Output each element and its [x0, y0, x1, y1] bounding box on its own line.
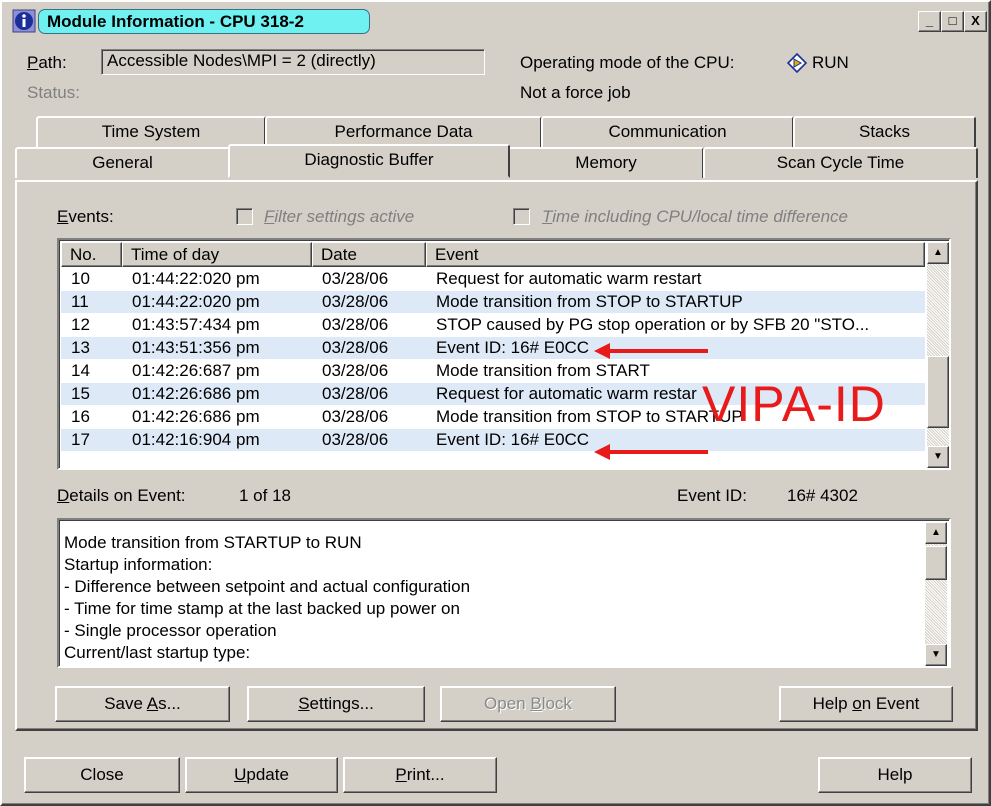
- red-arrow-icon: [594, 444, 708, 460]
- maximize-button[interactable]: □: [941, 11, 964, 32]
- row-no: 11: [71, 292, 89, 311]
- help-on-event-button[interactable]: Help on Event: [779, 686, 953, 722]
- red-arrow-icon: [594, 343, 708, 359]
- force-job-text: Not a force job: [520, 83, 631, 102]
- row-no: 10: [71, 269, 90, 288]
- event-id-label: Event ID:: [677, 486, 747, 505]
- row-time: 01:44:22:020 pm: [132, 269, 260, 288]
- row-time: 01:43:57:434 pm: [132, 315, 260, 334]
- help-button[interactable]: Help: [818, 757, 972, 793]
- row-time: 01:43:51:356 pm: [132, 338, 260, 357]
- close-window-button[interactable]: X: [964, 11, 987, 32]
- row-date: 03/28/06: [322, 384, 389, 403]
- details-line: - Single processor operation: [64, 621, 277, 640]
- row-date: 03/28/06: [322, 338, 389, 357]
- scroll-thumb[interactable]: [925, 546, 947, 580]
- details-count: 1 of 18: [239, 486, 291, 505]
- operating-mode-label: Operating mode of the CPU:: [520, 53, 735, 72]
- window-title: Module Information - CPU 318-2: [38, 9, 370, 34]
- title-bar[interactable]: Module Information - CPU 318-2 _ □ X: [6, 6, 987, 36]
- row-no: 15: [71, 384, 90, 403]
- scroll-up-button[interactable]: ▲: [927, 242, 949, 264]
- row-date: 03/28/06: [322, 269, 389, 288]
- scroll-down-button[interactable]: ▼: [927, 446, 949, 468]
- tab-memory[interactable]: Memory: [508, 147, 704, 178]
- open-block-button[interactable]: Open Block: [440, 686, 616, 722]
- row-time: 01:42:26:687 pm: [132, 361, 260, 380]
- update-button[interactable]: Update: [185, 757, 338, 793]
- status-label: Status:: [27, 83, 80, 102]
- save-as-button[interactable]: Save As...: [55, 686, 230, 722]
- row-event: Mode transition from STOP to STARTUP: [436, 292, 743, 311]
- tab-stacks[interactable]: Stacks: [793, 116, 976, 147]
- column-header-event[interactable]: Event: [426, 242, 925, 267]
- events-label: Events:: [57, 207, 114, 226]
- minimize-button[interactable]: _: [918, 11, 941, 32]
- path-field: Accessible Nodes\MPI = 2 (directly): [101, 49, 485, 75]
- run-mode-icon: [787, 53, 807, 73]
- events-scrollbar[interactable]: ▲ ▼: [927, 242, 949, 468]
- tab-communication[interactable]: Communication: [541, 116, 794, 147]
- details-textbox[interactable]: Mode transition from STARTUP to RUN Star…: [57, 518, 951, 668]
- details-line: - Time for time stamp at the last backed…: [64, 599, 460, 618]
- row-no: 17: [71, 430, 90, 449]
- tab-general[interactable]: General: [15, 147, 230, 178]
- scroll-up-button[interactable]: ▲: [925, 522, 947, 544]
- table-row[interactable]: 12 01:43:57:434 pm 03/28/06 STOP caused …: [61, 314, 925, 336]
- row-time: 01:44:22:020 pm: [132, 292, 260, 311]
- details-line: Current/last startup type:: [64, 643, 251, 662]
- events-list[interactable]: No. Time of day Date Event 10 01:44:22:0…: [57, 238, 951, 470]
- table-row[interactable]: 13 01:43:51:356 pm 03/28/06 Event ID: 16…: [61, 337, 925, 359]
- row-time: 01:42:26:686 pm: [132, 384, 260, 403]
- scroll-thumb[interactable]: [927, 356, 949, 428]
- row-no: 14: [71, 361, 90, 380]
- row-time: 01:42:26:686 pm: [132, 407, 260, 426]
- time-including-checkbox[interactable]: [513, 208, 530, 225]
- row-time: 01:42:16:904 pm: [132, 430, 260, 449]
- column-header-no[interactable]: No.: [61, 242, 122, 267]
- details-line: - Difference between setpoint and actual…: [64, 577, 471, 596]
- row-no: 12: [71, 315, 90, 334]
- column-header-date[interactable]: Date: [312, 242, 426, 267]
- tab-diagnostic-buffer[interactable]: Diagnostic Buffer: [228, 144, 510, 178]
- row-event: Request for automatic warm restart: [436, 269, 702, 288]
- row-no: 16: [71, 407, 90, 426]
- row-date: 03/28/06: [322, 361, 389, 380]
- table-row[interactable]: 10 01:44:22:020 pm 03/28/06 Request for …: [61, 268, 925, 290]
- row-date: 03/28/06: [322, 315, 389, 334]
- row-date: 03/28/06: [322, 430, 389, 449]
- filter-settings-label: Filter settings active: [264, 207, 415, 226]
- details-line: Mode transition from STARTUP to RUN: [64, 533, 362, 552]
- row-event: STOP caused by PG stop operation or by S…: [436, 315, 870, 334]
- close-button[interactable]: Close: [24, 757, 180, 793]
- settings-button[interactable]: Settings...: [247, 686, 425, 722]
- table-row[interactable]: 11 01:44:22:020 pm 03/28/06 Mode transit…: [61, 291, 925, 313]
- event-id-value: 16# 4302: [787, 486, 858, 505]
- module-information-window: Module Information - CPU 318-2 _ □ X Pat…: [0, 0, 991, 806]
- details-line: Startup information:: [64, 555, 213, 574]
- tab-performance-data[interactable]: Performance Data: [265, 116, 542, 147]
- path-label: Path:: [27, 53, 67, 72]
- time-including-label: Time including CPU/local time difference: [542, 207, 848, 226]
- print-button[interactable]: Print...: [343, 757, 497, 793]
- operating-mode-value: RUN: [812, 53, 849, 72]
- tab-time-system[interactable]: Time System: [36, 116, 266, 147]
- info-icon: [12, 9, 36, 33]
- row-date: 03/28/06: [322, 407, 389, 426]
- row-no: 13: [71, 338, 90, 357]
- vipa-id-annotation: VIPA-ID: [702, 376, 886, 432]
- filter-settings-checkbox[interactable]: [236, 208, 253, 225]
- column-header-time[interactable]: Time of day: [122, 242, 312, 267]
- scroll-down-button[interactable]: ▼: [925, 644, 947, 666]
- tab-scan-cycle-time[interactable]: Scan Cycle Time: [703, 147, 978, 178]
- details-scrollbar[interactable]: ▲ ▼: [925, 522, 947, 666]
- details-label: Details on Event:: [57, 486, 186, 505]
- row-date: 03/28/06: [322, 292, 389, 311]
